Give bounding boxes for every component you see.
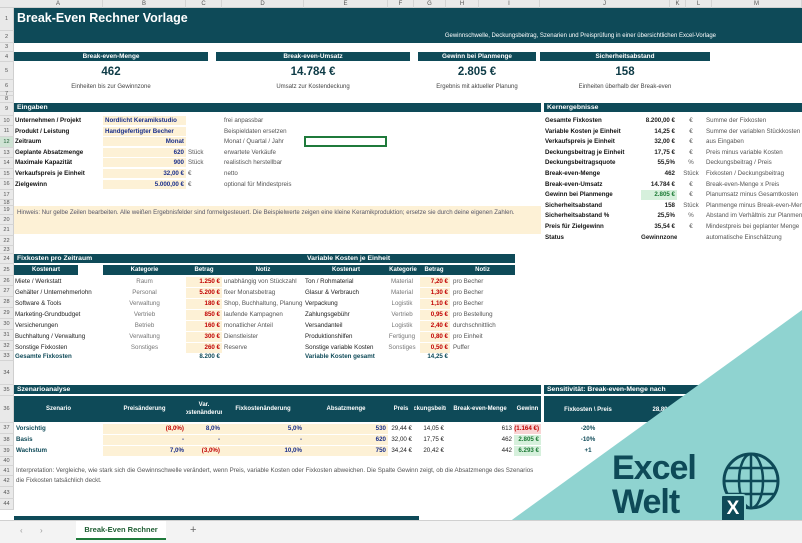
excel-x-badge-text: X bbox=[726, 498, 740, 519]
next-sheet-icon[interactable]: › bbox=[40, 526, 43, 535]
add-sheet-icon[interactable]: + bbox=[190, 524, 196, 536]
sheet-tab-bar: ‹ › Break-Even Rechner + bbox=[0, 520, 802, 543]
prev-sheet-icon[interactable]: ‹ bbox=[20, 526, 23, 535]
spreadsheet-window: ABCDEFGHIJKLM 1 2 3 4 5 6 7 8 9 10 11 12 13 14 15 16 17 1… bbox=[0, 0, 802, 543]
sheet-tab-break-even[interactable]: Break-Even Rechner bbox=[76, 521, 166, 540]
logo-text-welt: Welt bbox=[612, 483, 680, 521]
logo-text-excel: Excel bbox=[612, 449, 697, 487]
